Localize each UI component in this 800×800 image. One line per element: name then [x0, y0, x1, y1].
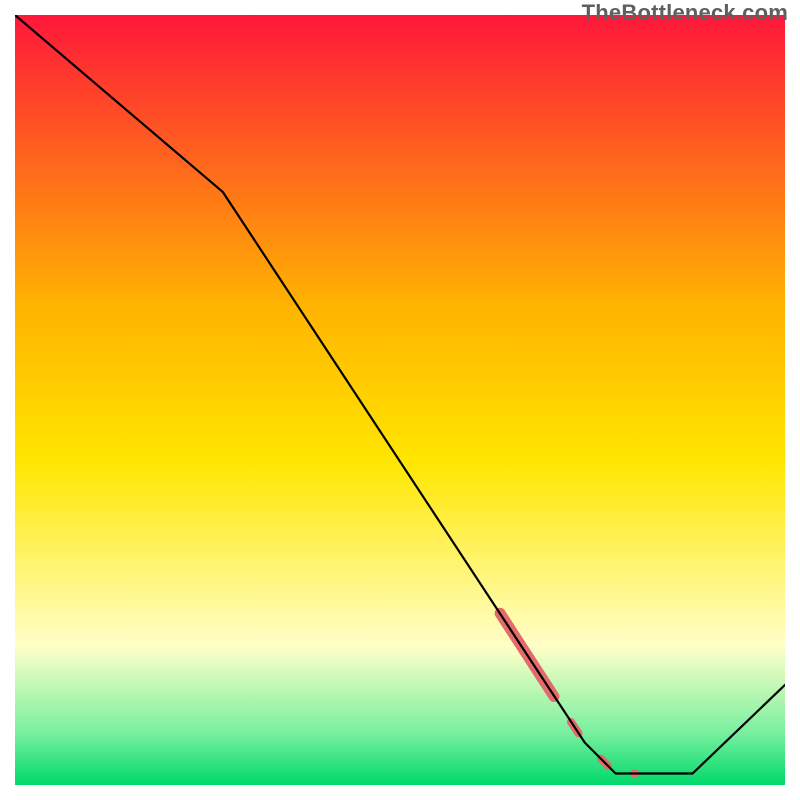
- gradient-background: [15, 15, 785, 785]
- plot-svg: [15, 15, 785, 785]
- chart-frame: { "watermark": "TheBottleneck.com", "col…: [0, 0, 800, 800]
- watermark-label: TheBottleneck.com: [582, 0, 788, 26]
- plot-area: [15, 15, 785, 785]
